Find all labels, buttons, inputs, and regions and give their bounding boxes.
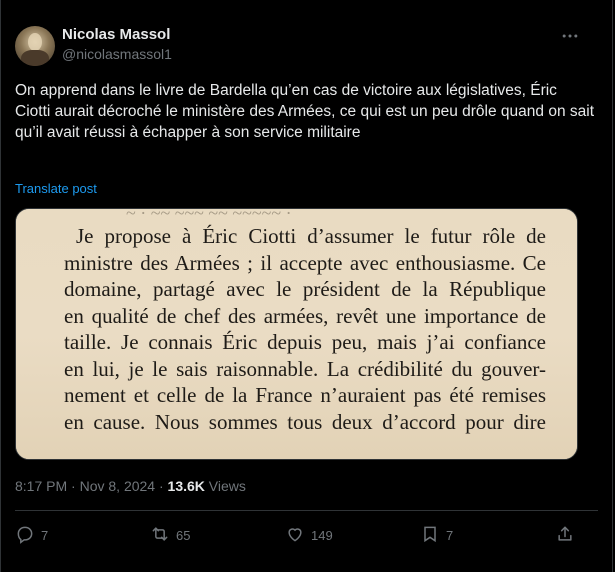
reply-button[interactable]: 7: [15, 524, 48, 547]
avatar-face: [28, 33, 42, 51]
views-count: 13.6K: [167, 478, 205, 494]
bookmark-count: 7: [446, 528, 454, 543]
divider: [15, 510, 598, 511]
book-line: Je propose à Éric Ciotti d’assumer le fu…: [76, 224, 546, 248]
author-name[interactable]: Nicolas Massol: [62, 26, 170, 43]
avatar[interactable]: [15, 26, 55, 66]
bookmark-icon: [420, 524, 440, 547]
post-metadata: 8:17 PM · Nov 8, 2024 · 13.6K Views: [15, 478, 246, 494]
reply-icon: [15, 524, 35, 547]
book-line: taille. Je connais Éric depuis peu, mais…: [64, 330, 546, 354]
translate-post-link[interactable]: Translate post: [15, 181, 97, 196]
post-time[interactable]: 8:17 PM: [15, 478, 67, 494]
book-line: en lui, je le sais raisonnable. La crédi…: [64, 356, 546, 381]
book-line: ministre des Armées ; il accepte avec en…: [64, 250, 546, 275]
action-bar: 7 65 149 7: [15, 524, 580, 552]
like-button[interactable]: 149: [285, 524, 333, 547]
more-icon[interactable]: [560, 26, 580, 51]
like-icon: [285, 524, 305, 547]
share-button[interactable]: [555, 524, 575, 547]
repost-button[interactable]: 65: [150, 524, 190, 547]
meta-separator: ·: [71, 478, 80, 494]
post-date[interactable]: Nov 8, 2024: [80, 478, 156, 494]
post-image[interactable]: ~ · ~~ ~~~ ~~ ~~~~~ · Je propose à Éric …: [15, 208, 578, 460]
repost-count: 65: [176, 528, 191, 543]
right-border: [612, 0, 613, 572]
book-text: Je propose à Éric Ciotti d’assumer le fu…: [64, 223, 546, 435]
book-line: domaine, partagé avec le président de la…: [64, 277, 546, 301]
bookmark-button[interactable]: 7: [420, 524, 453, 547]
faded-text-top: ~ · ~~ ~~~ ~~ ~~~~~ ·: [126, 208, 292, 223]
book-line: nement et celle de la France n’auraient …: [64, 383, 546, 407]
book-line: en qualité de chef des armées, revêt une…: [64, 303, 546, 328]
share-icon: [555, 524, 575, 547]
author-handle[interactable]: @nicolasmassol1: [62, 46, 172, 62]
post-text: On apprend dans le livre de Bardella qu’…: [15, 82, 594, 141]
reply-count: 7: [41, 528, 49, 543]
meta-separator: ·: [158, 478, 168, 494]
book-line: en cause. Nous sommes tous deux d’accord…: [64, 409, 546, 434]
like-count: 149: [311, 528, 333, 543]
views-label: Views: [208, 478, 246, 494]
avatar-body: [21, 50, 49, 66]
left-border: [0, 0, 1, 572]
repost-icon: [150, 524, 170, 547]
